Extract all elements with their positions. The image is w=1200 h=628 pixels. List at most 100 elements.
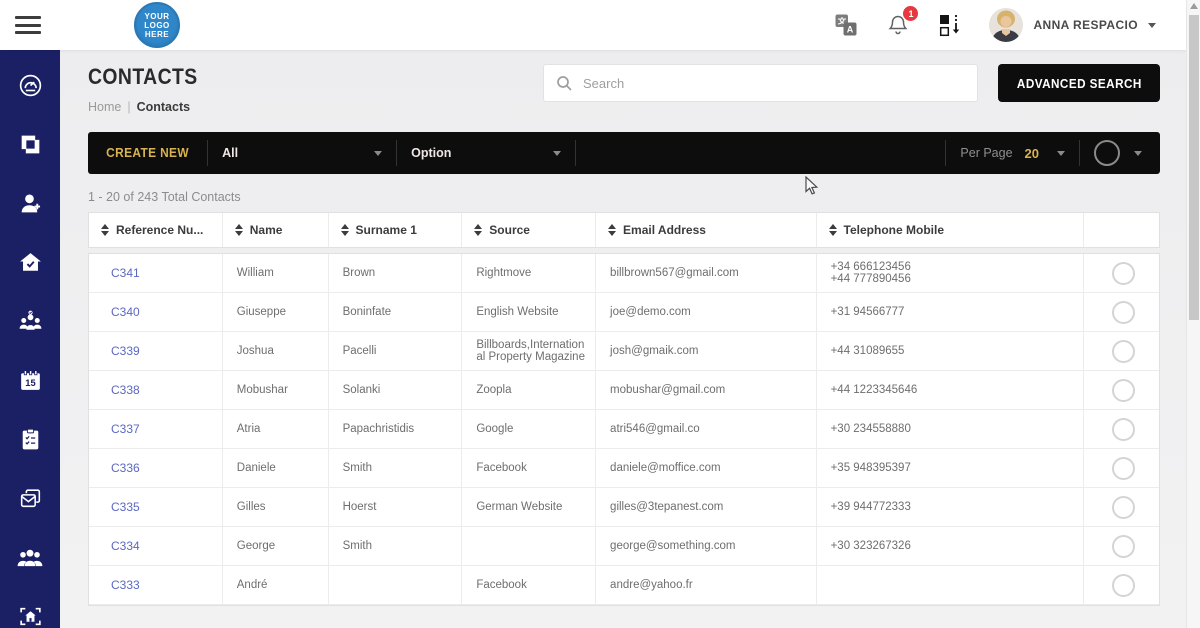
select-all-radio[interactable] xyxy=(1094,140,1120,166)
cell-selector xyxy=(1084,371,1159,409)
reference-link[interactable]: C338 xyxy=(111,383,140,397)
table-row[interactable]: C340GiuseppeBoninfateEnglish Websitejoe@… xyxy=(89,293,1159,332)
notifications-bell-icon[interactable]: 1 xyxy=(885,12,911,38)
sidebar-item-team[interactable] xyxy=(0,292,60,351)
reference-link[interactable]: C336 xyxy=(111,461,140,475)
table-row[interactable]: C335GillesHoerstGerman Websitegilles@3te… xyxy=(89,488,1159,527)
cell-email: atri546@gmail.co xyxy=(596,410,817,448)
sidebar-item-dashboard[interactable] xyxy=(0,56,60,115)
row-select-radio[interactable] xyxy=(1112,418,1135,441)
advanced-search-button[interactable]: ADVANCED SEARCH xyxy=(998,64,1160,102)
team-icon xyxy=(17,308,44,335)
scan-building-icon xyxy=(17,603,44,628)
cell-ref: C335 xyxy=(89,488,223,526)
column-header-selector xyxy=(1084,213,1159,247)
cell-phone: +44 1223345646 xyxy=(817,371,1084,409)
chevron-down-icon[interactable] xyxy=(1134,151,1142,156)
vertical-scrollbar[interactable] xyxy=(1186,0,1200,628)
cell-surname: Smith xyxy=(329,449,463,487)
svg-text:A: A xyxy=(847,25,854,35)
reference-link[interactable]: C334 xyxy=(111,539,140,553)
cell-name: André xyxy=(223,566,329,604)
cell-ref: C333 xyxy=(89,566,223,604)
per-page-dropdown[interactable]: Per Page 20 xyxy=(946,146,1079,161)
user-avatar xyxy=(989,8,1023,42)
row-select-radio[interactable] xyxy=(1112,535,1135,558)
sort-icon xyxy=(608,224,616,236)
sidebar-item-modules[interactable] xyxy=(0,115,60,174)
table-header-row: Reference Nu...NameSurname 1SourceEmail … xyxy=(88,212,1160,248)
notification-badge: 1 xyxy=(903,6,918,21)
reference-link[interactable]: C341 xyxy=(111,266,140,280)
cell-selector xyxy=(1084,527,1159,565)
cell-ref: C336 xyxy=(89,449,223,487)
cell-selector xyxy=(1084,254,1159,292)
sort-list-icon[interactable] xyxy=(937,12,963,38)
dashboard-icon xyxy=(17,72,44,99)
cell-source: German Website xyxy=(462,488,596,526)
sidebar-item-calendar[interactable]: 15 xyxy=(0,351,60,410)
column-header-email-address[interactable]: Email Address xyxy=(596,213,817,247)
column-header-surname-1[interactable]: Surname 1 xyxy=(329,213,463,247)
row-select-radio[interactable] xyxy=(1112,262,1135,285)
cell-ref: C337 xyxy=(89,410,223,448)
sidebar-item-mailing[interactable] xyxy=(0,469,60,528)
reference-link[interactable]: C335 xyxy=(111,500,140,514)
cell-selector xyxy=(1084,332,1159,370)
table-row[interactable]: C334GeorgeSmithgeorge@something.com+30 3… xyxy=(89,527,1159,566)
search-box[interactable] xyxy=(543,64,978,102)
row-select-radio[interactable] xyxy=(1112,574,1135,597)
cell-source: Rightmove xyxy=(462,254,596,292)
cell-surname: Boninfate xyxy=(329,293,463,331)
scroll-up-arrow-icon[interactable] xyxy=(1190,3,1198,9)
row-select-radio[interactable] xyxy=(1112,457,1135,480)
table-row[interactable]: C337AtriaPapachristidisGoogleatri546@gma… xyxy=(89,410,1159,449)
row-select-radio[interactable] xyxy=(1112,496,1135,519)
scrollbar-thumb[interactable] xyxy=(1189,15,1199,320)
row-select-radio[interactable] xyxy=(1112,379,1135,402)
search-input[interactable] xyxy=(583,76,965,91)
column-header-telephone-mobile[interactable]: Telephone Mobile xyxy=(817,213,1084,247)
sort-icon xyxy=(829,224,837,236)
cell-phone: +31 94566777 xyxy=(817,293,1084,331)
sidebar-nav: 15 xyxy=(0,50,60,628)
cell-selector xyxy=(1084,293,1159,331)
translate-icon[interactable]: A xyxy=(833,12,859,38)
reference-link[interactable]: C340 xyxy=(111,305,140,319)
breadcrumb: Home|Contacts xyxy=(88,100,213,114)
column-header-source[interactable]: Source xyxy=(462,213,596,247)
cell-source: Billboards,International Property Magazi… xyxy=(462,332,596,370)
cell-phone: +34 666123456 +44 777890456 xyxy=(817,254,1084,292)
page-title: CONTACTS xyxy=(88,64,198,90)
filter-dropdown[interactable]: All xyxy=(208,146,396,160)
sidebar-item-properties[interactable] xyxy=(0,233,60,292)
row-select-radio[interactable] xyxy=(1112,301,1135,324)
table-row[interactable]: C338MobusharSolankiZooplamobushar@gmail.… xyxy=(89,371,1159,410)
cell-name: Atria xyxy=(223,410,329,448)
reference-link[interactable]: C333 xyxy=(111,578,140,592)
reference-link[interactable]: C337 xyxy=(111,422,140,436)
table-row[interactable]: C341WilliamBrownRightmovebillbrown567@gm… xyxy=(89,254,1159,293)
option-dropdown[interactable]: Option xyxy=(397,146,575,160)
company-logo[interactable]: YOUR LOGO HERE xyxy=(134,2,180,48)
properties-icon xyxy=(17,249,44,276)
table-row[interactable]: C333AndréFacebookandre@yahoo.fr xyxy=(89,566,1159,605)
table-row[interactable]: C336DanieleSmithFacebookdaniele@moffice.… xyxy=(89,449,1159,488)
row-select-radio[interactable] xyxy=(1112,340,1135,363)
hamburger-menu-icon[interactable] xyxy=(15,16,41,34)
table-row[interactable]: C339JoshuaPacelliBillboards,Internationa… xyxy=(89,332,1159,371)
cell-phone: +39 944772333 xyxy=(817,488,1084,526)
breadcrumb-home[interactable]: Home xyxy=(88,100,121,114)
create-new-button[interactable]: CREATE NEW xyxy=(91,146,204,160)
sidebar-item-scan[interactable] xyxy=(0,587,60,628)
cell-source: Facebook xyxy=(462,449,596,487)
column-header-name[interactable]: Name xyxy=(223,213,329,247)
sidebar-item-tasks[interactable] xyxy=(0,410,60,469)
column-header-reference-nu[interactable]: Reference Nu... xyxy=(89,213,223,247)
reference-link[interactable]: C339 xyxy=(111,344,140,358)
user-menu[interactable]: ANNA RESPACIO xyxy=(989,8,1156,42)
cell-source xyxy=(462,527,596,565)
sidebar-item-users[interactable] xyxy=(0,528,60,587)
table-body: C341WilliamBrownRightmovebillbrown567@gm… xyxy=(88,253,1160,606)
sidebar-item-contacts[interactable] xyxy=(0,174,60,233)
